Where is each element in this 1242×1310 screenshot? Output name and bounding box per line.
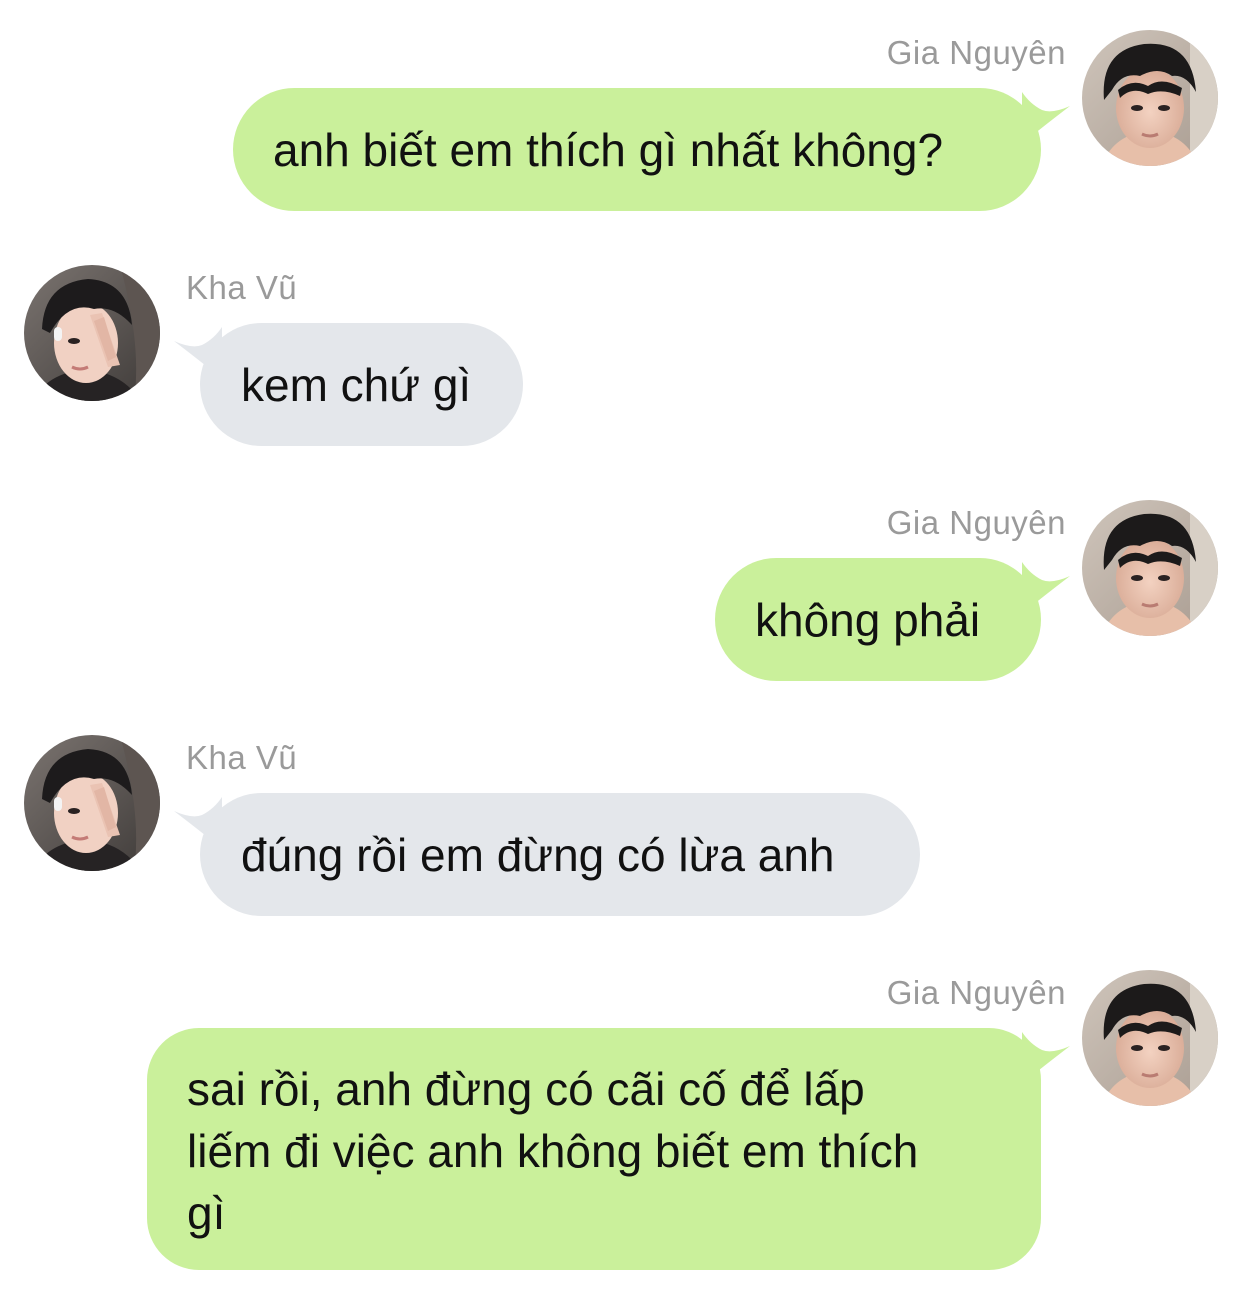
bubble-tail [1022,562,1070,614]
profile-photo-icon [24,735,160,871]
sender-name: Kha Vũ [186,269,298,306]
message-bubble-received[interactable]: kem chứ gì [200,323,523,446]
bubble-tail [1022,92,1070,144]
avatar[interactable] [24,265,160,401]
profile-photo-icon [24,265,160,401]
sender-name: Gia Nguyên [886,974,1066,1011]
message-bubble-sent[interactable]: sai rồi, anh đừng có cãi cố để lấp liếm … [147,1028,1041,1270]
message-text: anh biết em thích gì nhất không? [273,123,944,176]
message-bubble-sent[interactable]: không phải [715,558,1041,681]
profile-photo-icon [1082,500,1218,636]
message-bubble-received[interactable]: đúng rồi em đừng có lừa anh [200,793,920,916]
bubble-tail [1022,1032,1070,1084]
message-text-line: liếm đi việc anh không biết em thích [187,1125,919,1177]
profile-photo-icon [1082,970,1218,1106]
avatar[interactable] [1082,30,1218,166]
message-bubble-sent[interactable]: anh biết em thích gì nhất không? [233,88,1041,211]
sender-name: Gia Nguyên [886,34,1066,71]
message-text-line: sai rồi, anh đừng có cãi cố để lấp [187,1063,865,1115]
sender-name: Kha Vũ [186,739,298,776]
message-text: đúng rồi em đừng có lừa anh [241,828,835,881]
profile-photo-icon [1082,30,1218,166]
avatar[interactable] [24,735,160,871]
message-text: kem chứ gì [241,358,472,411]
chat-thread: Gia Nguyên anh biết em thích gì nhất khô… [0,0,1242,1310]
avatar[interactable] [1082,500,1218,636]
sender-name: Gia Nguyên [886,504,1066,541]
message-text-line: gì [187,1187,226,1239]
avatar[interactable] [1082,970,1218,1106]
message-text: không phải [755,593,981,646]
